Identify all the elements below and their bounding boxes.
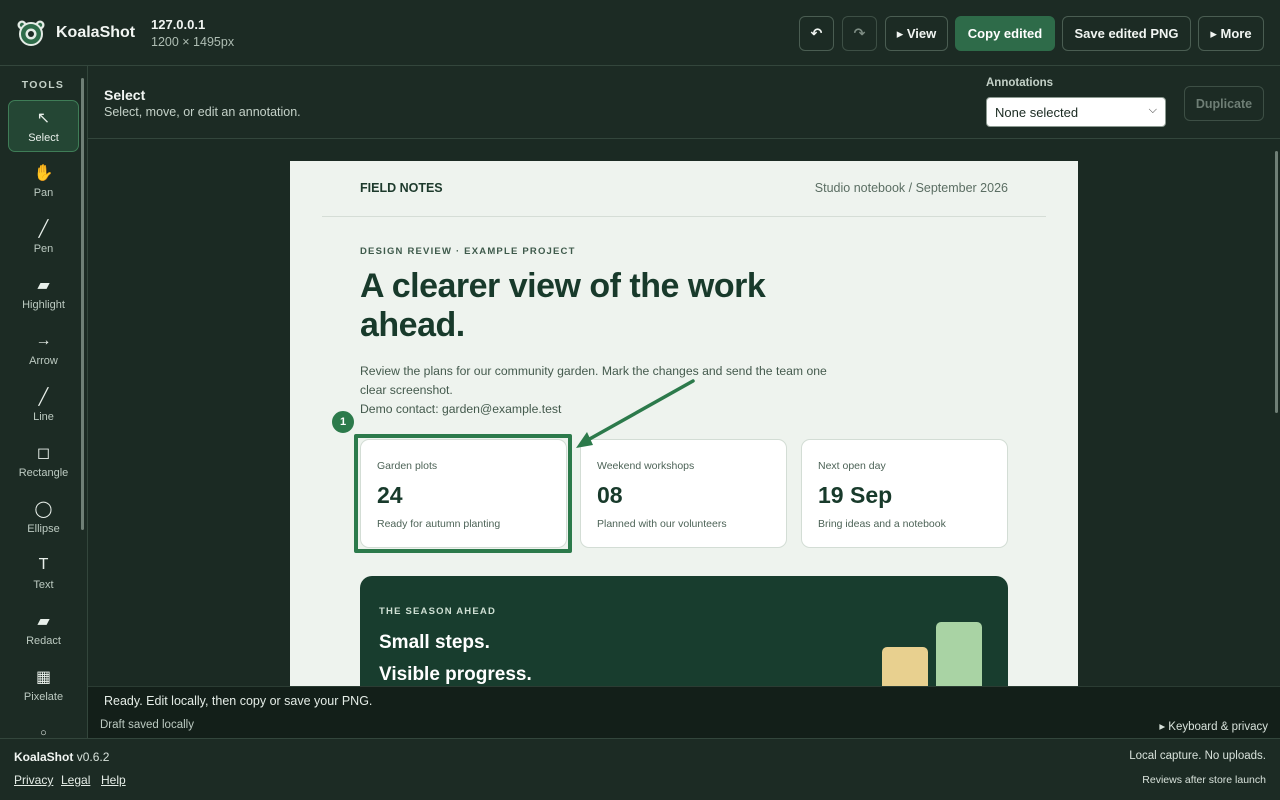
footer: KoalaShot v0.6.2 Privacy Legal Help Loca… xyxy=(0,738,1280,800)
capture-host: 127.0.0.1 xyxy=(151,17,206,32)
doc-meta: Studio notebook / September 2026 xyxy=(814,181,1008,195)
highlight-icon: ▰ xyxy=(37,277,50,294)
arrow-icon: → xyxy=(35,332,52,349)
annotations-select[interactable]: None selected ⌵ xyxy=(986,97,1166,127)
footer-version: v0.6.2 xyxy=(76,750,110,764)
tool-label: Highlight xyxy=(22,299,65,311)
save-edited-png-button[interactable]: Save edited PNG xyxy=(1062,16,1191,51)
doc-divider xyxy=(322,216,1046,217)
pixelate-icon: ▦ xyxy=(35,669,52,686)
stat-card-value: 19 Sep xyxy=(818,482,893,508)
tool-pen[interactable]: ╱ Pen xyxy=(8,212,79,264)
pen-icon: ╱ xyxy=(38,221,49,238)
help-link[interactable]: Help xyxy=(101,773,126,787)
doc-lede: Review the plans for our community garde… xyxy=(360,362,830,419)
status-message: Ready. Edit locally, then copy or save y… xyxy=(104,694,373,708)
annotations-label: Annotations xyxy=(986,77,1054,89)
progress-bar-short xyxy=(882,647,928,686)
stat-card-label: Weekend workshops xyxy=(597,460,695,472)
undo-icon: ↶ xyxy=(810,25,823,41)
copy-edited-button[interactable]: Copy edited xyxy=(955,16,1055,51)
tool-label: Pixelate xyxy=(23,691,64,703)
tool-text[interactable]: T Text xyxy=(8,548,79,600)
draft-status: Draft saved locally xyxy=(100,719,194,731)
annotation-number-badge[interactable]: 1 xyxy=(331,410,355,434)
legal-link[interactable]: Legal xyxy=(61,773,90,787)
footer-tagline: Local capture. No uploads. xyxy=(1129,750,1266,762)
chevron-down-icon: ⌵ xyxy=(1148,104,1157,116)
view-menu-button[interactable]: ▸ View xyxy=(885,16,948,51)
tool-highlight[interactable]: ▰ Highlight xyxy=(8,268,79,320)
stat-card-note: Bring ideas and a notebook xyxy=(818,518,946,530)
text-icon: T xyxy=(38,556,49,573)
tool-pan[interactable]: ✋ Pan xyxy=(8,156,79,208)
tool-label: Pan xyxy=(33,187,54,199)
season-line-2: Visible progress. xyxy=(379,664,532,685)
stat-card: Next open day 19 Sep Bring ideas and a n… xyxy=(801,439,1008,548)
doc-headline: A clearer view of the work ahead. xyxy=(360,267,766,344)
status-bar: Ready. Edit locally, then copy or save y… xyxy=(88,686,1280,738)
duplicate-button[interactable]: Duplicate xyxy=(1184,86,1264,121)
editor-canvas[interactable]: FIELD NOTES Studio notebook / September … xyxy=(88,139,1280,686)
stat-card-label: Next open day xyxy=(818,460,886,472)
tool-ellipse[interactable]: ◯ Ellipse xyxy=(8,492,79,544)
doc-lede-text: Review the plans for our community garde… xyxy=(360,364,827,397)
doc-brand: FIELD NOTES xyxy=(360,181,443,195)
keyboard-privacy-toggle[interactable]: ▸ Keyboard & privacy xyxy=(1159,719,1268,733)
screenshot-document[interactable]: FIELD NOTES Studio notebook / September … xyxy=(290,161,1078,686)
rectangle-annotation[interactable] xyxy=(354,434,572,553)
tool-label: Redact xyxy=(26,635,61,647)
tools-heading: TOOLS xyxy=(21,79,65,91)
select-cursor-icon: ↖ xyxy=(36,110,51,127)
tool-label: Pen xyxy=(33,243,54,255)
tool-line[interactable]: ╱ Line xyxy=(8,380,79,432)
redo-button[interactable]: ↷ xyxy=(842,16,877,51)
tool-label: Select xyxy=(28,132,59,144)
tool-label: Arrow xyxy=(29,355,58,367)
tool-redact[interactable]: ▰ Redact xyxy=(8,604,79,656)
top-bar: KoalaShot 127.0.0.1 1200 × 1495px ↶ ↷ ▸ … xyxy=(0,0,1280,66)
tool-rectangle[interactable]: ◻ Rectangle xyxy=(8,436,79,488)
koala-logo-icon xyxy=(17,20,45,46)
tool-arrow[interactable]: → Arrow xyxy=(8,324,79,376)
season-panel: THE SEASON AHEAD Small steps. Visible pr… xyxy=(360,576,1008,686)
undo-button[interactable]: ↶ xyxy=(799,16,834,51)
gear-icon: ○ xyxy=(40,727,47,738)
tools-sidebar: TOOLS ↖ Select ✋ Pan ╱ Pen ▰ Highlight → Arrow ╱ Li… xyxy=(0,66,88,738)
tool-pixelate[interactable]: ▦ Pixelate xyxy=(8,660,79,712)
active-tool-title: Select xyxy=(104,87,146,103)
capture-dimensions: 1200 × 1495px xyxy=(151,35,235,49)
redact-icon: ▰ xyxy=(37,613,50,630)
footer-reviews-note: Reviews after store launch xyxy=(1142,774,1266,786)
tool-label: Ellipse xyxy=(27,523,60,535)
season-line-1: Small steps. xyxy=(379,632,490,653)
active-tool-description: Select, move, or edit an annotation. xyxy=(104,105,301,119)
footer-app-name: KoalaShot xyxy=(14,750,74,764)
annotations-selected-value: None selected xyxy=(995,105,1079,120)
stat-card: Weekend workshops 08 Planned with our vo… xyxy=(580,439,787,548)
tool-label: Text xyxy=(33,579,54,591)
more-menu-button[interactable]: ▸ More xyxy=(1198,16,1264,51)
sidebar-scrollbar[interactable] xyxy=(81,78,84,530)
doc-contact: Demo contact: garden@example.test xyxy=(360,402,562,416)
hand-icon: ✋ xyxy=(33,165,54,182)
ellipse-icon: ◯ xyxy=(34,501,53,518)
tool-label: Rectangle xyxy=(18,467,69,479)
privacy-link[interactable]: Privacy xyxy=(14,773,53,787)
stat-card-note: Planned with our volunteers xyxy=(597,518,727,530)
progress-bar-tall xyxy=(936,622,982,686)
line-icon: ╱ xyxy=(38,389,49,406)
tool-more-partial[interactable]: ○ xyxy=(8,716,79,738)
tool-context-bar: Select Select, move, or edit an annotati… xyxy=(88,66,1280,139)
season-eyebrow: THE SEASON AHEAD xyxy=(379,606,497,617)
app-name: KoalaShot xyxy=(56,24,136,41)
rectangle-icon: ◻ xyxy=(36,445,51,462)
stat-card-value: 08 xyxy=(597,482,623,508)
canvas-scrollbar[interactable] xyxy=(1275,151,1278,413)
footer-brand: KoalaShot v0.6.2 xyxy=(14,750,109,764)
redo-icon: ↷ xyxy=(853,25,866,41)
doc-eyebrow: DESIGN REVIEW · EXAMPLE PROJECT xyxy=(360,246,576,257)
tool-select[interactable]: ↖ Select xyxy=(8,100,79,152)
tool-label: Line xyxy=(33,411,54,423)
